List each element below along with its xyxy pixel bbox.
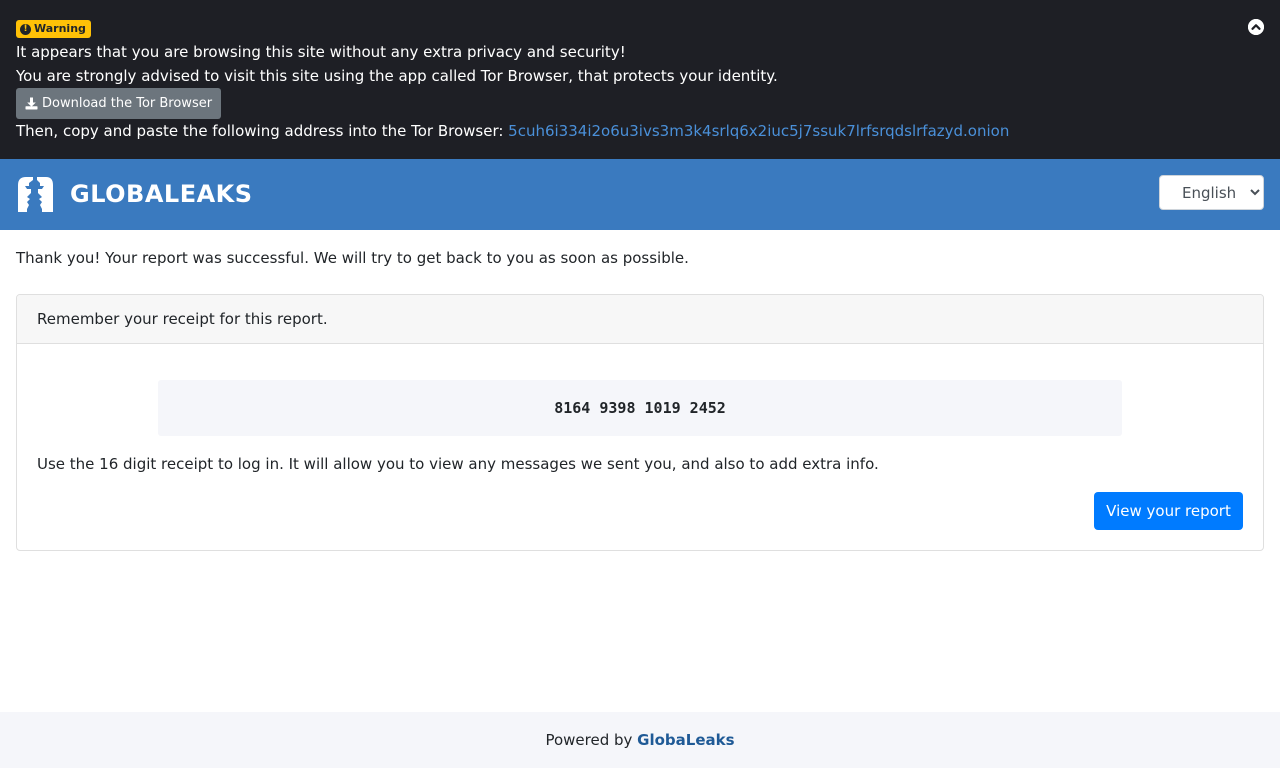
receipt-card-header: Remember your receipt for this report. [17, 295, 1263, 344]
receipt-hint: Use the 16 digit receipt to log in. It w… [37, 455, 879, 473]
globaleaks-logo-icon [18, 177, 53, 212]
submission-success-message: Thank you! Your report was successful. W… [16, 249, 689, 267]
footer-powered-by: Powered by [545, 731, 638, 749]
footer-globaleaks-link[interactable]: GlobaLeaks [637, 731, 734, 749]
warning-message-line-1: It appears that you are browsing this si… [16, 43, 626, 61]
footer: Powered by GlobaLeaks [0, 712, 1280, 768]
view-report-button[interactable]: View your report [1094, 492, 1243, 530]
onion-address-line: Then, copy and paste the following addre… [16, 121, 1009, 141]
warning-badge-label: Warning [34, 22, 86, 35]
download-tor-browser-button[interactable]: Download the Tor Browser [16, 88, 222, 119]
language-select[interactable]: English [1159, 175, 1264, 210]
exclamation-circle-icon: ! [20, 23, 31, 35]
warning-badge: ! Warning [16, 20, 91, 38]
download-tor-browser-label: Download the Tor Browser [42, 96, 213, 111]
receipt-code: 8164 9398 1019 2452 [158, 380, 1122, 436]
onion-address-link[interactable]: 5cuh6i334i2o6u3ivs3m3k4srlq6x2iuc5j7ssuk… [508, 122, 1009, 140]
brand-name: GLOBALEAKS [70, 180, 253, 208]
chevron-up-circle-icon [1248, 19, 1264, 35]
onion-address-prefix: Then, copy and paste the following addre… [16, 122, 509, 140]
tor-warning-bar: ! Warning It appears that you are browsi… [0, 0, 1280, 159]
warning-message-line-2: You are strongly advised to visit this s… [16, 67, 778, 85]
page: ! Warning It appears that you are browsi… [0, 0, 1280, 768]
download-icon [25, 97, 38, 110]
receipt-card: Remember your receipt for this report. 8… [16, 294, 1264, 551]
site-header: GLOBALEAKS English [0, 159, 1280, 230]
collapse-warning-button[interactable] [1248, 19, 1264, 35]
